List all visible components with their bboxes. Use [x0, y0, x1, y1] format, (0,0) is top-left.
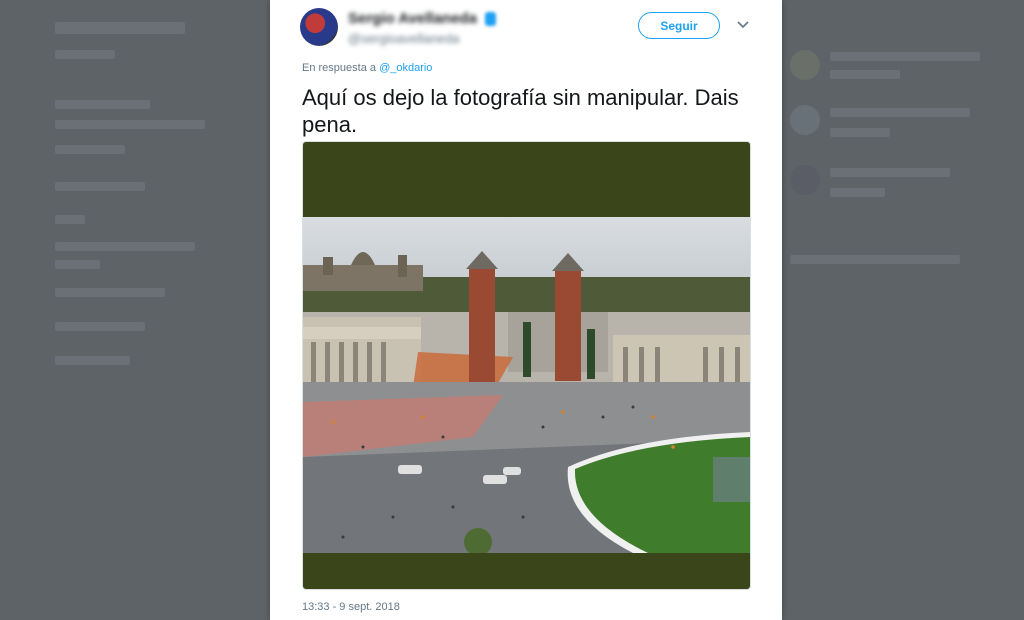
reply-context: En respuesta a @_okdario	[302, 62, 432, 74]
tweet-media[interactable]	[302, 141, 751, 590]
author-handle[interactable]: @sergioavellaneda	[348, 31, 496, 46]
reply-prefix: En respuesta a	[302, 62, 376, 74]
reply-to-link[interactable]: @_okdario	[379, 62, 432, 74]
verified-badge-icon	[485, 11, 497, 26]
chevron-down-icon[interactable]	[736, 18, 750, 32]
tweet-modal: Sergio Avellaneda @sergioavellaneda Segu…	[270, 0, 782, 620]
author-avatar[interactable]	[300, 8, 338, 46]
tweet-text: Aquí os dejo la fotografía sin manipular…	[302, 85, 739, 137]
blurred-sidebar-right	[790, 10, 990, 610]
tweet-header: Sergio Avellaneda @sergioavellaneda Segu…	[300, 6, 760, 50]
blurred-sidebar-left	[55, 10, 265, 610]
photo-placa-espanya[interactable]	[303, 217, 750, 553]
author-names[interactable]: Sergio Avellaneda @sergioavellaneda	[348, 10, 497, 46]
follow-button[interactable]: Seguir	[638, 12, 720, 39]
author-display-name[interactable]: Sergio Avellaneda	[348, 10, 477, 27]
tweet-timestamp[interactable]: 13:33 - 9 sept. 2018	[302, 601, 400, 613]
